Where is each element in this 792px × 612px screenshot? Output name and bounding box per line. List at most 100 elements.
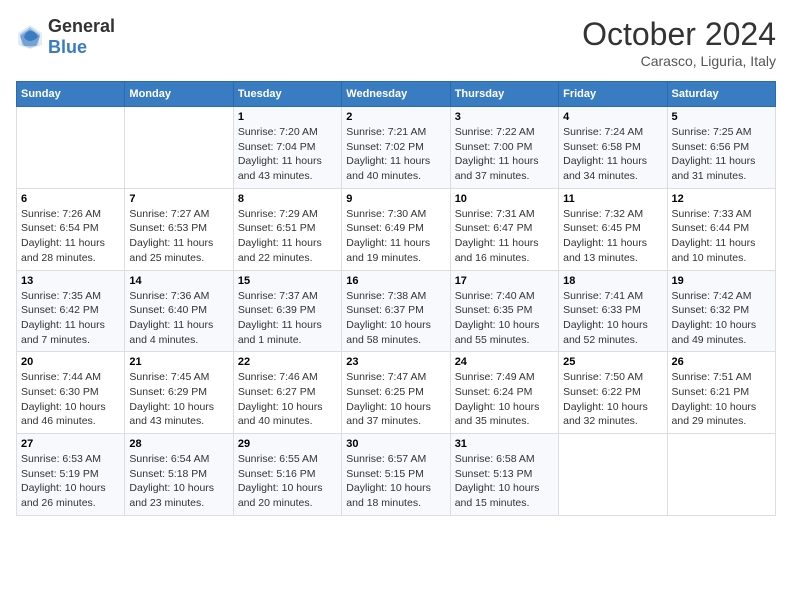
day-cell: 11 Sunrise: 7:32 AM Sunset: 6:45 PM Dayli… (559, 188, 667, 270)
day-number: 21 (129, 356, 228, 368)
day-number: 24 (455, 356, 554, 368)
day-cell: 8Sunrise: 7:29 AM Sunset: 6:51 PM Daylig… (233, 188, 341, 270)
day-cell: 20 Sunrise: 7:44 AM Sunset: 6:30 PM Dayli… (17, 352, 125, 434)
day-cell: 6 Sunrise: 7:26 AM Sunset: 6:54 PM Daylig… (17, 188, 125, 270)
day-content: Sunrise: 7:30 AM Sunset: 6:49 PM Dayligh… (346, 207, 445, 266)
location-title: Carasco, Liguria, Italy (582, 53, 776, 69)
day-content: Sunrise: 6:55 AM Sunset: 5:16 PM Dayligh… (238, 452, 337, 511)
day-number: 9 (346, 193, 445, 205)
day-content: Sunrise: 7:45 AM Sunset: 6:29 PM Dayligh… (129, 370, 228, 429)
day-content: Sunrise: 6:58 AM Sunset: 5:13 PM Dayligh… (455, 452, 554, 511)
day-content: Sunrise: 7:20 AM Sunset: 7:04 PM Dayligh… (238, 125, 337, 184)
day-content: Sunrise: 7:40 AM Sunset: 6:35 PM Dayligh… (455, 289, 554, 348)
day-cell (125, 107, 233, 189)
day-number: 29 (238, 438, 337, 450)
day-number: 13 (21, 275, 120, 287)
day-number: 10 (455, 193, 554, 205)
day-content: Sunrise: 7:50 AM Sunset: 6:22 PM Dayligh… (563, 370, 662, 429)
day-number: 3 (455, 111, 554, 123)
day-number: 1 (238, 111, 337, 123)
day-content: Sunrise: 6:57 AM Sunset: 5:15 PM Dayligh… (346, 452, 445, 511)
day-content: Sunrise: 7:32 AM Sunset: 6:45 PM Dayligh… (563, 207, 662, 266)
header-saturday: Saturday (667, 82, 775, 107)
day-content: Sunrise: 7:42 AM Sunset: 6:32 PM Dayligh… (672, 289, 771, 348)
header-sunday: Sunday (17, 82, 125, 107)
day-number: 25 (563, 356, 662, 368)
day-cell: 22 Sunrise: 7:46 AM Sunset: 6:27 PM Dayli… (233, 352, 341, 434)
day-content: Sunrise: 7:44 AM Sunset: 6:30 PM Dayligh… (21, 370, 120, 429)
day-content: Sunrise: 7:26 AM Sunset: 6:54 PM Dayligh… (21, 207, 120, 266)
week-row-2: 6 Sunrise: 7:26 AM Sunset: 6:54 PM Daylig… (17, 188, 776, 270)
day-cell: 24Sunrise: 7:49 AM Sunset: 6:24 PM Dayli… (450, 352, 558, 434)
calendar-header-row: SundayMondayTuesdayWednesdayThursdayFrid… (17, 82, 776, 107)
day-content: Sunrise: 7:51 AM Sunset: 6:21 PM Dayligh… (672, 370, 771, 429)
day-content: Sunrise: 7:22 AM Sunset: 7:00 PM Dayligh… (455, 125, 554, 184)
day-content: Sunrise: 7:47 AM Sunset: 6:25 PM Dayligh… (346, 370, 445, 429)
month-title: October 2024 (582, 16, 776, 53)
logo-blue-text: Blue (48, 37, 87, 57)
day-content: Sunrise: 7:36 AM Sunset: 6:40 PM Dayligh… (129, 289, 228, 348)
day-cell: 27Sunrise: 6:53 AM Sunset: 5:19 PM Dayli… (17, 434, 125, 516)
day-content: Sunrise: 7:25 AM Sunset: 6:56 PM Dayligh… (672, 125, 771, 184)
day-cell: 1 Sunrise: 7:20 AM Sunset: 7:04 PM Daylig… (233, 107, 341, 189)
day-number: 15 (238, 275, 337, 287)
day-number: 30 (346, 438, 445, 450)
day-number: 17 (455, 275, 554, 287)
day-number: 28 (129, 438, 228, 450)
day-number: 26 (672, 356, 771, 368)
day-cell: 23 Sunrise: 7:47 AM Sunset: 6:25 PM Dayli… (342, 352, 450, 434)
day-cell: 12Sunrise: 7:33 AM Sunset: 6:44 PM Dayli… (667, 188, 775, 270)
day-cell: 30 Sunrise: 6:57 AM Sunset: 5:15 PM Dayli… (342, 434, 450, 516)
day-number: 11 (563, 193, 662, 205)
day-cell: 9 Sunrise: 7:30 AM Sunset: 6:49 PM Daylig… (342, 188, 450, 270)
header-tuesday: Tuesday (233, 82, 341, 107)
day-cell: 14 Sunrise: 7:36 AM Sunset: 6:40 PM Dayli… (125, 270, 233, 352)
day-cell: 15Sunrise: 7:37 AM Sunset: 6:39 PM Dayli… (233, 270, 341, 352)
page-header: General Blue October 2024 Carasco, Ligur… (16, 16, 776, 69)
day-cell: 19 Sunrise: 7:42 AM Sunset: 6:32 PM Dayli… (667, 270, 775, 352)
day-number: 20 (21, 356, 120, 368)
logo: General Blue (16, 16, 115, 58)
day-number: 14 (129, 275, 228, 287)
day-number: 22 (238, 356, 337, 368)
header-friday: Friday (559, 82, 667, 107)
day-number: 18 (563, 275, 662, 287)
day-cell: 28Sunrise: 6:54 AM Sunset: 5:18 PM Dayli… (125, 434, 233, 516)
day-content: Sunrise: 7:38 AM Sunset: 6:37 PM Dayligh… (346, 289, 445, 348)
week-row-5: 27Sunrise: 6:53 AM Sunset: 5:19 PM Dayli… (17, 434, 776, 516)
day-number: 4 (563, 111, 662, 123)
day-content: Sunrise: 7:41 AM Sunset: 6:33 PM Dayligh… (563, 289, 662, 348)
day-content: Sunrise: 7:29 AM Sunset: 6:51 PM Dayligh… (238, 207, 337, 266)
day-cell (17, 107, 125, 189)
calendar-table: SundayMondayTuesdayWednesdayThursdayFrid… (16, 81, 776, 516)
day-cell: 4Sunrise: 7:24 AM Sunset: 6:58 PM Daylig… (559, 107, 667, 189)
day-content: Sunrise: 6:53 AM Sunset: 5:19 PM Dayligh… (21, 452, 120, 511)
title-block: October 2024 Carasco, Liguria, Italy (582, 16, 776, 69)
day-number: 23 (346, 356, 445, 368)
day-number: 16 (346, 275, 445, 287)
day-cell: 5Sunrise: 7:25 AM Sunset: 6:56 PM Daylig… (667, 107, 775, 189)
week-row-3: 13 Sunrise: 7:35 AM Sunset: 6:42 PM Dayli… (17, 270, 776, 352)
day-content: Sunrise: 7:46 AM Sunset: 6:27 PM Dayligh… (238, 370, 337, 429)
day-cell: 21 Sunrise: 7:45 AM Sunset: 6:29 PM Dayli… (125, 352, 233, 434)
day-number: 6 (21, 193, 120, 205)
day-cell (667, 434, 775, 516)
day-cell: 18 Sunrise: 7:41 AM Sunset: 6:33 PM Dayli… (559, 270, 667, 352)
day-cell: 10 Sunrise: 7:31 AM Sunset: 6:47 PM Dayli… (450, 188, 558, 270)
day-content: Sunrise: 7:21 AM Sunset: 7:02 PM Dayligh… (346, 125, 445, 184)
day-content: Sunrise: 7:35 AM Sunset: 6:42 PM Dayligh… (21, 289, 120, 348)
day-content: Sunrise: 7:27 AM Sunset: 6:53 PM Dayligh… (129, 207, 228, 266)
week-row-1: 1 Sunrise: 7:20 AM Sunset: 7:04 PM Daylig… (17, 107, 776, 189)
day-number: 2 (346, 111, 445, 123)
logo-icon (16, 23, 44, 51)
day-cell: 3 Sunrise: 7:22 AM Sunset: 7:00 PM Daylig… (450, 107, 558, 189)
week-row-4: 20 Sunrise: 7:44 AM Sunset: 6:30 PM Dayli… (17, 352, 776, 434)
day-number: 7 (129, 193, 228, 205)
day-cell: 31 Sunrise: 6:58 AM Sunset: 5:13 PM Dayli… (450, 434, 558, 516)
day-cell: 13 Sunrise: 7:35 AM Sunset: 6:42 PM Dayli… (17, 270, 125, 352)
day-number: 31 (455, 438, 554, 450)
day-cell (559, 434, 667, 516)
day-number: 19 (672, 275, 771, 287)
day-cell: 16 Sunrise: 7:38 AM Sunset: 6:37 PM Dayli… (342, 270, 450, 352)
day-content: Sunrise: 7:31 AM Sunset: 6:47 PM Dayligh… (455, 207, 554, 266)
